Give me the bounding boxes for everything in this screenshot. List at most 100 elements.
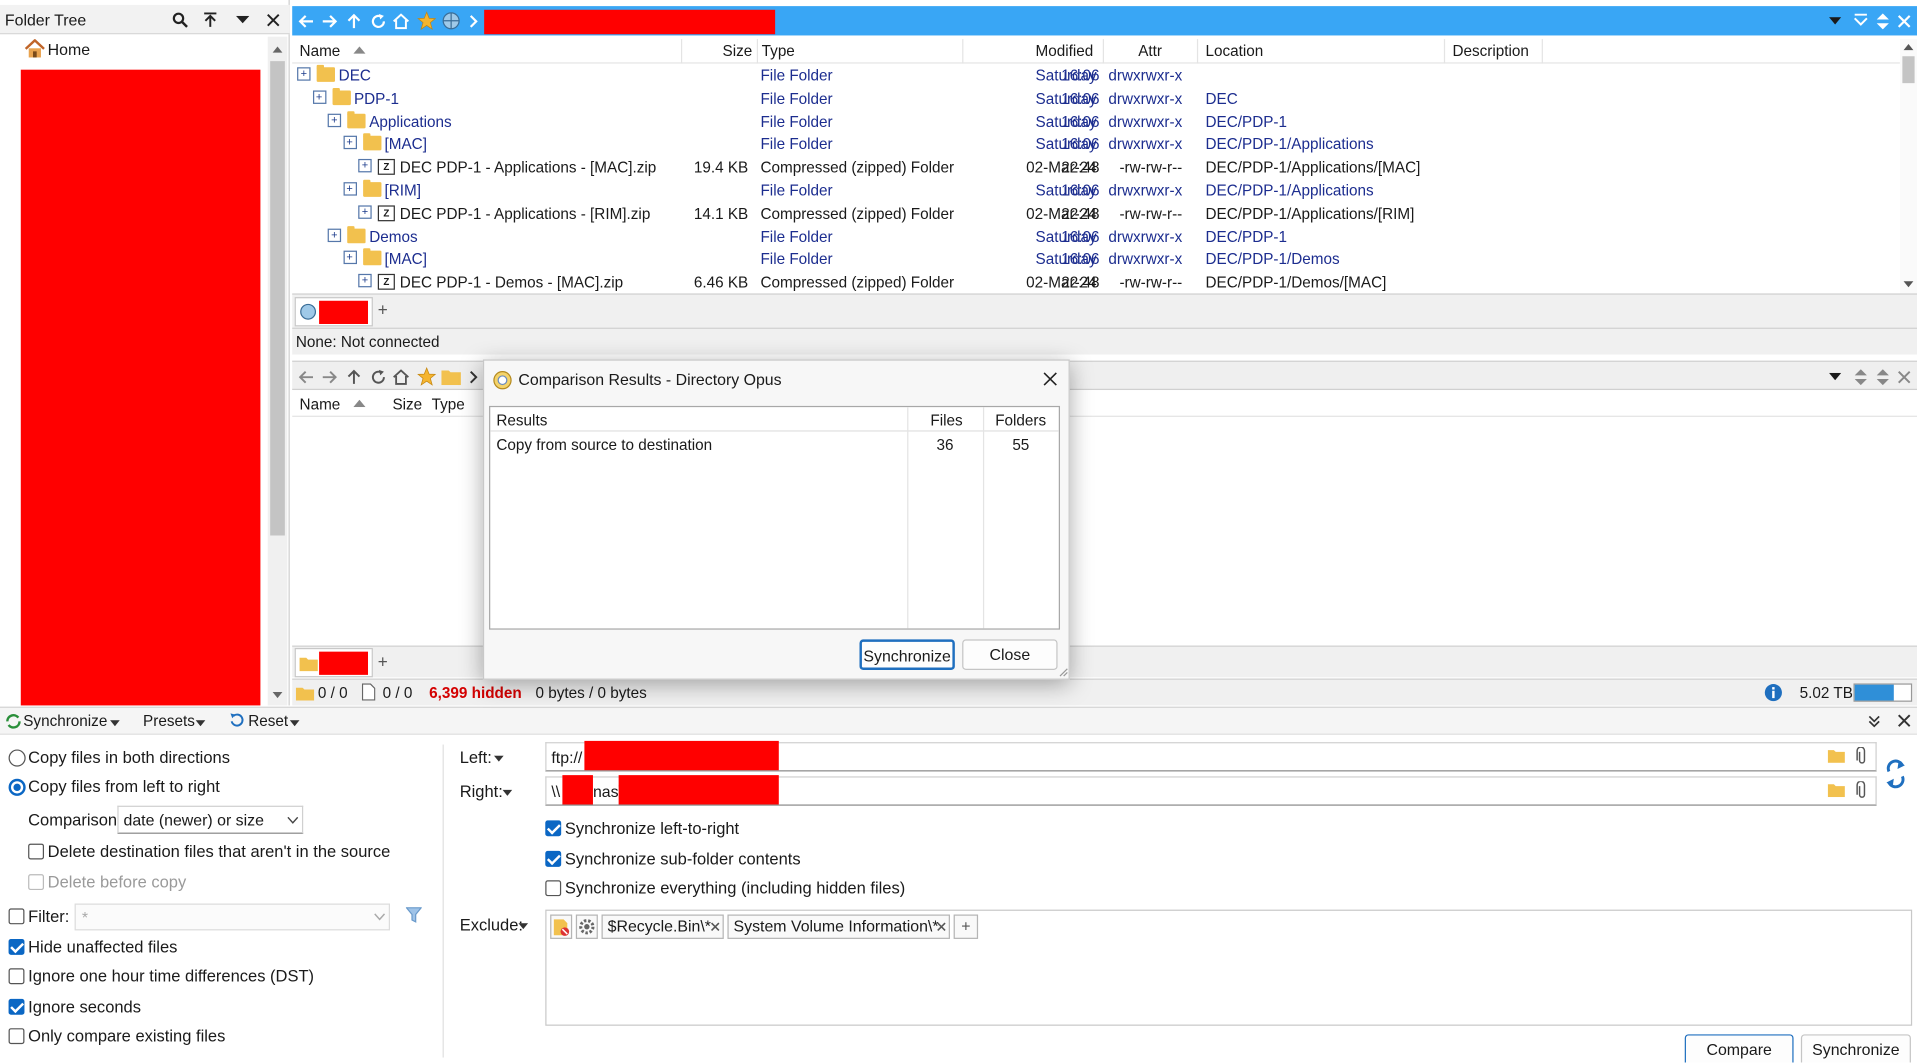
table-row[interactable]: + Applications File Folder Saturday 16:06 drw…: [292, 110, 1900, 134]
lower-tab[interactable]: [294, 647, 373, 678]
collapse-to-top-icon[interactable]: [201, 10, 221, 30]
maximize-pane-icon[interactable]: [1874, 11, 1891, 31]
column-location[interactable]: Location: [1205, 43, 1263, 60]
close-pane-icon[interactable]: [1895, 11, 1912, 31]
column-name[interactable]: Name: [300, 43, 341, 60]
table-row[interactable]: + Z DEC PDP-1 - Applications - [MAC].zip 19…: [292, 157, 1900, 180]
column-description[interactable]: Description: [1452, 43, 1528, 60]
up-icon[interactable]: [344, 367, 364, 387]
hidden-count[interactable]: 6,399 hidden: [429, 685, 522, 702]
column-size[interactable]: Size: [723, 43, 753, 60]
swap-sides-icon[interactable]: [1885, 757, 1906, 791]
refresh-icon[interactable]: [368, 367, 388, 387]
presets-menu[interactable]: Presets: [143, 713, 195, 730]
reset-menu[interactable]: Reset: [248, 713, 288, 730]
breadcrumb-chevron-icon[interactable]: [466, 367, 481, 387]
home-icon[interactable]: [391, 367, 411, 387]
both-directions-radio[interactable]: [8, 749, 26, 767]
expand-toggle-icon[interactable]: +: [342, 136, 357, 150]
ignore-dst-checkbox[interactable]: [8, 968, 25, 985]
exclude-files-icon[interactable]: [550, 914, 573, 939]
maximize-pane-icon[interactable]: [1852, 367, 1869, 387]
delete-before-copy-checkbox[interactable]: [28, 874, 45, 891]
right-path-field[interactable]: \\ nas\: [545, 775, 1877, 806]
column-folders[interactable]: Folders: [995, 412, 1046, 429]
left-to-right-radio[interactable]: [8, 778, 26, 796]
table-row[interactable]: + Demos File Folder Saturday 16:06 drwxrwxr-x…: [292, 225, 1900, 249]
attachment-icon[interactable]: [1856, 747, 1868, 765]
close-pane-icon[interactable]: [1895, 367, 1912, 387]
folder-browse-icon[interactable]: [1827, 782, 1845, 798]
close-icon[interactable]: [263, 10, 283, 30]
back-icon[interactable]: [296, 11, 316, 31]
left-path-label[interactable]: Left:: [460, 748, 492, 766]
sync-subfolders-checkbox[interactable]: [545, 850, 562, 867]
back-icon[interactable]: [296, 367, 316, 387]
table-row[interactable]: + PDP-1 File Folder Saturday 16:06 drwxrwxr-x…: [292, 87, 1900, 111]
remove-tag-icon[interactable]: [937, 922, 947, 932]
collapse-panel-icon[interactable]: [1868, 715, 1880, 728]
up-icon[interactable]: [344, 11, 364, 31]
home-icon[interactable]: [391, 11, 411, 31]
table-row[interactable]: + Z DEC PDP-1 - Demos - [MAC].zip 6.46 KB Co…: [292, 272, 1900, 294]
right-path-label[interactable]: Right:: [460, 782, 503, 800]
favorites-star-icon[interactable]: [416, 366, 438, 388]
folder-browse-icon[interactable]: [1827, 748, 1845, 763]
forward-icon[interactable]: [319, 11, 339, 31]
expand-toggle-icon[interactable]: +: [297, 67, 311, 81]
expand-toggle-icon[interactable]: +: [312, 90, 326, 104]
forward-icon[interactable]: [319, 367, 339, 387]
exclude-label[interactable]: Exclude:: [460, 916, 523, 934]
column-type[interactable]: Type: [762, 43, 795, 60]
breadcrumb-chevron-icon[interactable]: [466, 11, 481, 31]
table-row[interactable]: + [MAC] File Folder Saturday 16:06 drwxrwxr-x…: [292, 133, 1900, 157]
collapse-pane-icon[interactable]: [1852, 11, 1869, 31]
table-row[interactable]: + [RIM] File Folder Saturday 16:06 drwxrwxr-x…: [292, 179, 1900, 203]
expand-toggle-icon[interactable]: +: [342, 182, 357, 196]
add-exclude-button[interactable]: +: [953, 914, 979, 939]
attachment-icon[interactable]: [1856, 781, 1868, 799]
swap-pane-icon[interactable]: [1874, 367, 1891, 387]
expand-toggle-icon[interactable]: +: [342, 251, 357, 265]
resize-grip-icon[interactable]: [1059, 668, 1069, 678]
tree-scrollbar[interactable]: [267, 36, 288, 706]
chevron-down-icon[interactable]: [232, 10, 252, 30]
upper-tab[interactable]: [294, 297, 373, 327]
expand-toggle-icon[interactable]: +: [358, 274, 372, 288]
gear-icon[interactable]: [575, 914, 598, 939]
comparison-select[interactable]: date (newer) or size: [117, 805, 304, 834]
only-existing-checkbox[interactable]: [8, 1028, 25, 1045]
expand-toggle-icon[interactable]: +: [327, 228, 342, 242]
refresh-icon[interactable]: [368, 11, 388, 31]
column-name[interactable]: Name: [300, 396, 341, 413]
remove-tag-icon[interactable]: [710, 922, 720, 932]
results-row[interactable]: Copy from source to destination 36 55: [490, 434, 1059, 457]
search-icon[interactable]: [170, 10, 190, 30]
upper-scrollbar[interactable]: [1899, 39, 1917, 294]
ftp-globe-icon[interactable]: [440, 10, 462, 32]
dialog-close-button[interactable]: Close: [962, 639, 1058, 670]
filter-input[interactable]: *: [74, 903, 391, 931]
left-path-field[interactable]: ftp://: [545, 740, 1877, 772]
hide-unaffected-checkbox[interactable]: [8, 938, 25, 955]
column-attr[interactable]: Attr: [1138, 43, 1162, 60]
synchronize-button[interactable]: Synchronize: [1800, 1034, 1911, 1063]
redacted-path[interactable]: [484, 9, 776, 35]
table-row[interactable]: + Z DEC PDP-1 - Applications - [RIM].zip 14…: [292, 203, 1900, 226]
sync-everything-checkbox[interactable]: [545, 880, 562, 897]
dialog-synchronize-button[interactable]: Synchronize: [859, 639, 955, 670]
path-dropdown-icon[interactable]: [1827, 367, 1844, 387]
sync-mode-menu[interactable]: Synchronize: [23, 713, 107, 730]
expand-toggle-icon[interactable]: +: [358, 205, 372, 219]
add-tab-button[interactable]: +: [378, 300, 388, 320]
compare-button[interactable]: Compare: [1684, 1034, 1794, 1063]
column-modified[interactable]: Modified: [1036, 43, 1094, 60]
expand-toggle-icon[interactable]: +: [358, 159, 372, 173]
tree-scrollbar-thumb[interactable]: [270, 61, 285, 536]
close-panel-icon[interactable]: [1897, 714, 1911, 727]
sync-left-to-right-checkbox[interactable]: [545, 820, 562, 837]
info-icon[interactable]: [1764, 683, 1782, 702]
ignore-seconds-checkbox[interactable]: [8, 998, 25, 1015]
tree-item-home[interactable]: Home: [24, 39, 134, 61]
close-icon[interactable]: [1043, 372, 1058, 387]
